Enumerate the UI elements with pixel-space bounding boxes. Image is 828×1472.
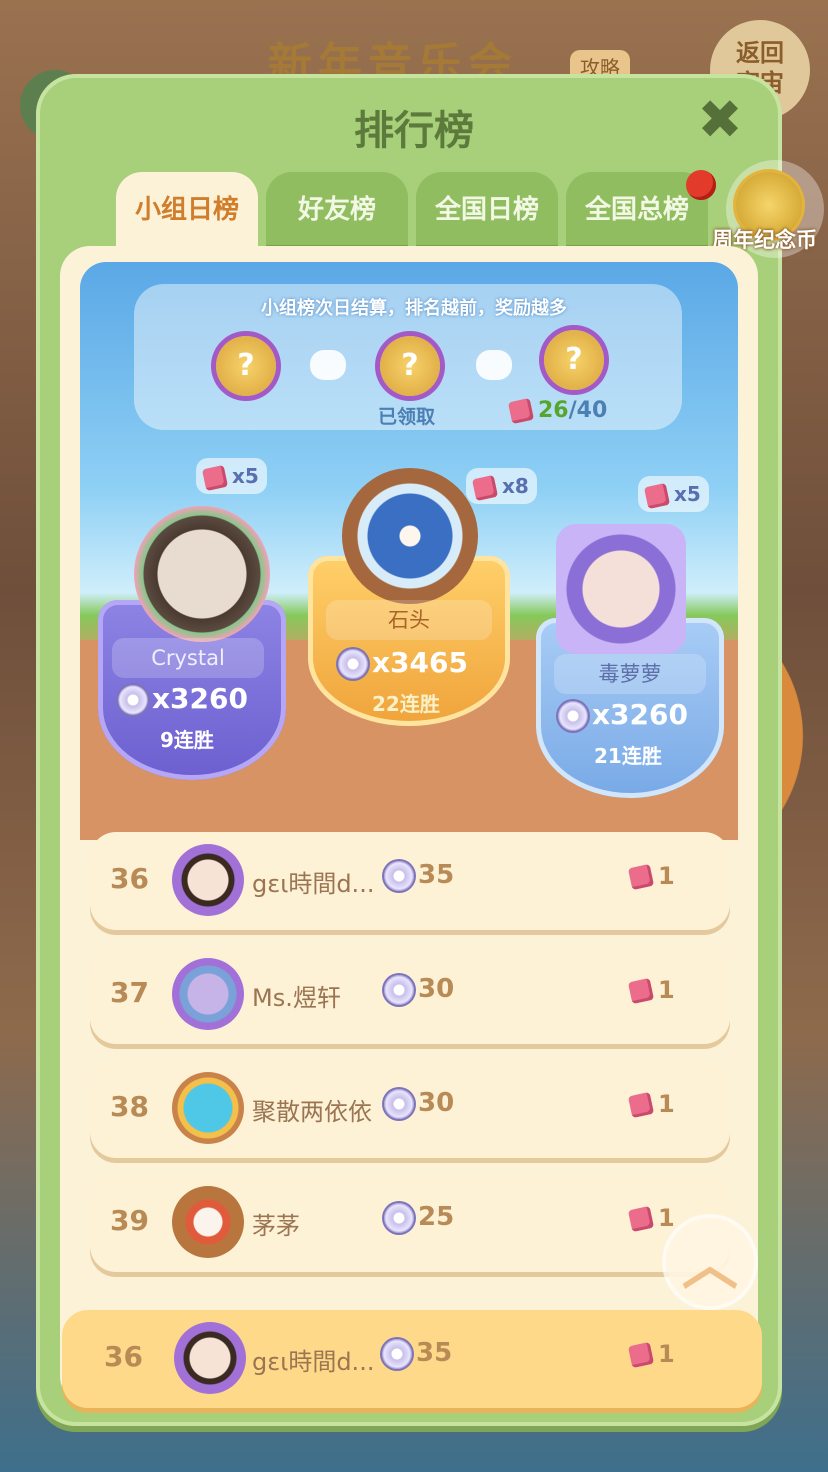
puzzle-piece-icon [201,464,229,491]
reward-chest-2-icon[interactable]: ? [380,336,440,396]
tab-group-daily[interactable]: 小组日榜 [116,172,258,248]
podium-1-pieces: x8 [466,468,537,504]
puzzle-piece-icon [627,977,655,1005]
notification-dot [686,170,716,200]
row-pieces: 1 [627,1204,675,1233]
row-score: 25 [384,1202,454,1233]
podium-1-avatar[interactable] [342,468,478,604]
disc-icon [384,1202,414,1233]
avatar [174,1322,246,1394]
my-rank-row[interactable]: 36 gɛι時間d... 35 1 [62,1310,762,1408]
row-rank: 38 [110,1090,149,1123]
podium-1-score: x3465 [338,646,468,679]
puzzle-piece-icon [627,1091,655,1119]
reward-hint: 小组榜次日结算，排名越前，奖励越多 [261,298,567,319]
row-name: gɛι時間d... [252,870,375,898]
row-rank: 36 [110,862,149,895]
row-pieces: 1 [627,1340,675,1369]
podium-3-score: x3260 [558,698,688,731]
puzzle-piece-icon [627,863,655,891]
podium-1-name: 石头 [326,600,492,640]
disc-icon [118,685,148,715]
puzzle-piece-icon [507,397,535,425]
arrow-right-icon [476,350,512,380]
disc-icon [338,649,368,679]
avatar [172,958,244,1030]
podium-3-name: 毒萝萝 [554,654,706,694]
row-name: Ms.煜轩 [252,984,341,1012]
puzzle-piece-icon [627,1205,655,1233]
row-name: gɛι時間d... [252,1348,375,1376]
row-pieces: 1 [627,976,675,1005]
row-pieces: 1 [627,1090,675,1119]
row-rank: 37 [110,976,149,1009]
row-name: 茅茅 [252,1212,300,1240]
arrow-right-icon [310,350,346,380]
reward-chest-1-icon[interactable]: ? [216,336,276,396]
puzzle-progress: 26/40 [507,397,607,425]
disc-icon [382,1338,412,1369]
puzzle-piece-icon [643,482,671,509]
podium-2-name: Crystal [112,638,264,678]
podium-2-streak: 9连胜 [160,728,214,752]
disc-icon [384,1088,414,1119]
podium-3-avatar[interactable] [556,524,686,654]
avatar [172,1186,244,1258]
close-icon[interactable]: ✖ [694,93,746,147]
podium-3-pieces: x5 [638,476,709,512]
table-row[interactable]: 36 gɛι時間d... 35 1 [90,832,730,930]
scroll-to-top-button[interactable]: ︿ [666,1218,754,1306]
row-score: 35 [382,1338,452,1369]
row-score: 35 [384,860,454,891]
row-score: 30 [384,974,454,1005]
podium-3-streak: 21连胜 [594,744,662,768]
tab-friends[interactable]: 好友榜 [266,172,408,248]
disc-icon [384,974,414,1005]
row-name: 聚散两依依 [252,1098,372,1126]
puzzle-piece-icon [627,1341,655,1369]
tab-national-daily[interactable]: 全国日榜 [416,172,558,248]
row-rank: 39 [110,1204,149,1237]
podium-1-streak: 22连胜 [372,692,440,716]
row-rank: 36 [104,1340,143,1373]
podium-2-score: x3260 [118,682,248,715]
table-row[interactable]: 38 聚散两依依 30 1 [90,1060,730,1158]
table-row[interactable]: 39 茅茅 25 1 [90,1174,730,1272]
row-score: 30 [384,1088,454,1119]
podium-2-avatar[interactable] [134,506,270,642]
row-pieces: 1 [627,862,675,891]
podium-2-pieces: x5 [196,458,267,494]
avatar [172,1072,244,1144]
table-row[interactable]: 37 Ms.煜轩 30 1 [90,946,730,1044]
claimed-label: 已领取 [378,406,436,428]
disc-icon [384,860,414,891]
reward-chest-3-icon[interactable]: ? [544,330,604,390]
disc-icon [558,701,588,731]
puzzle-piece-icon [471,474,499,501]
avatar [172,844,244,916]
